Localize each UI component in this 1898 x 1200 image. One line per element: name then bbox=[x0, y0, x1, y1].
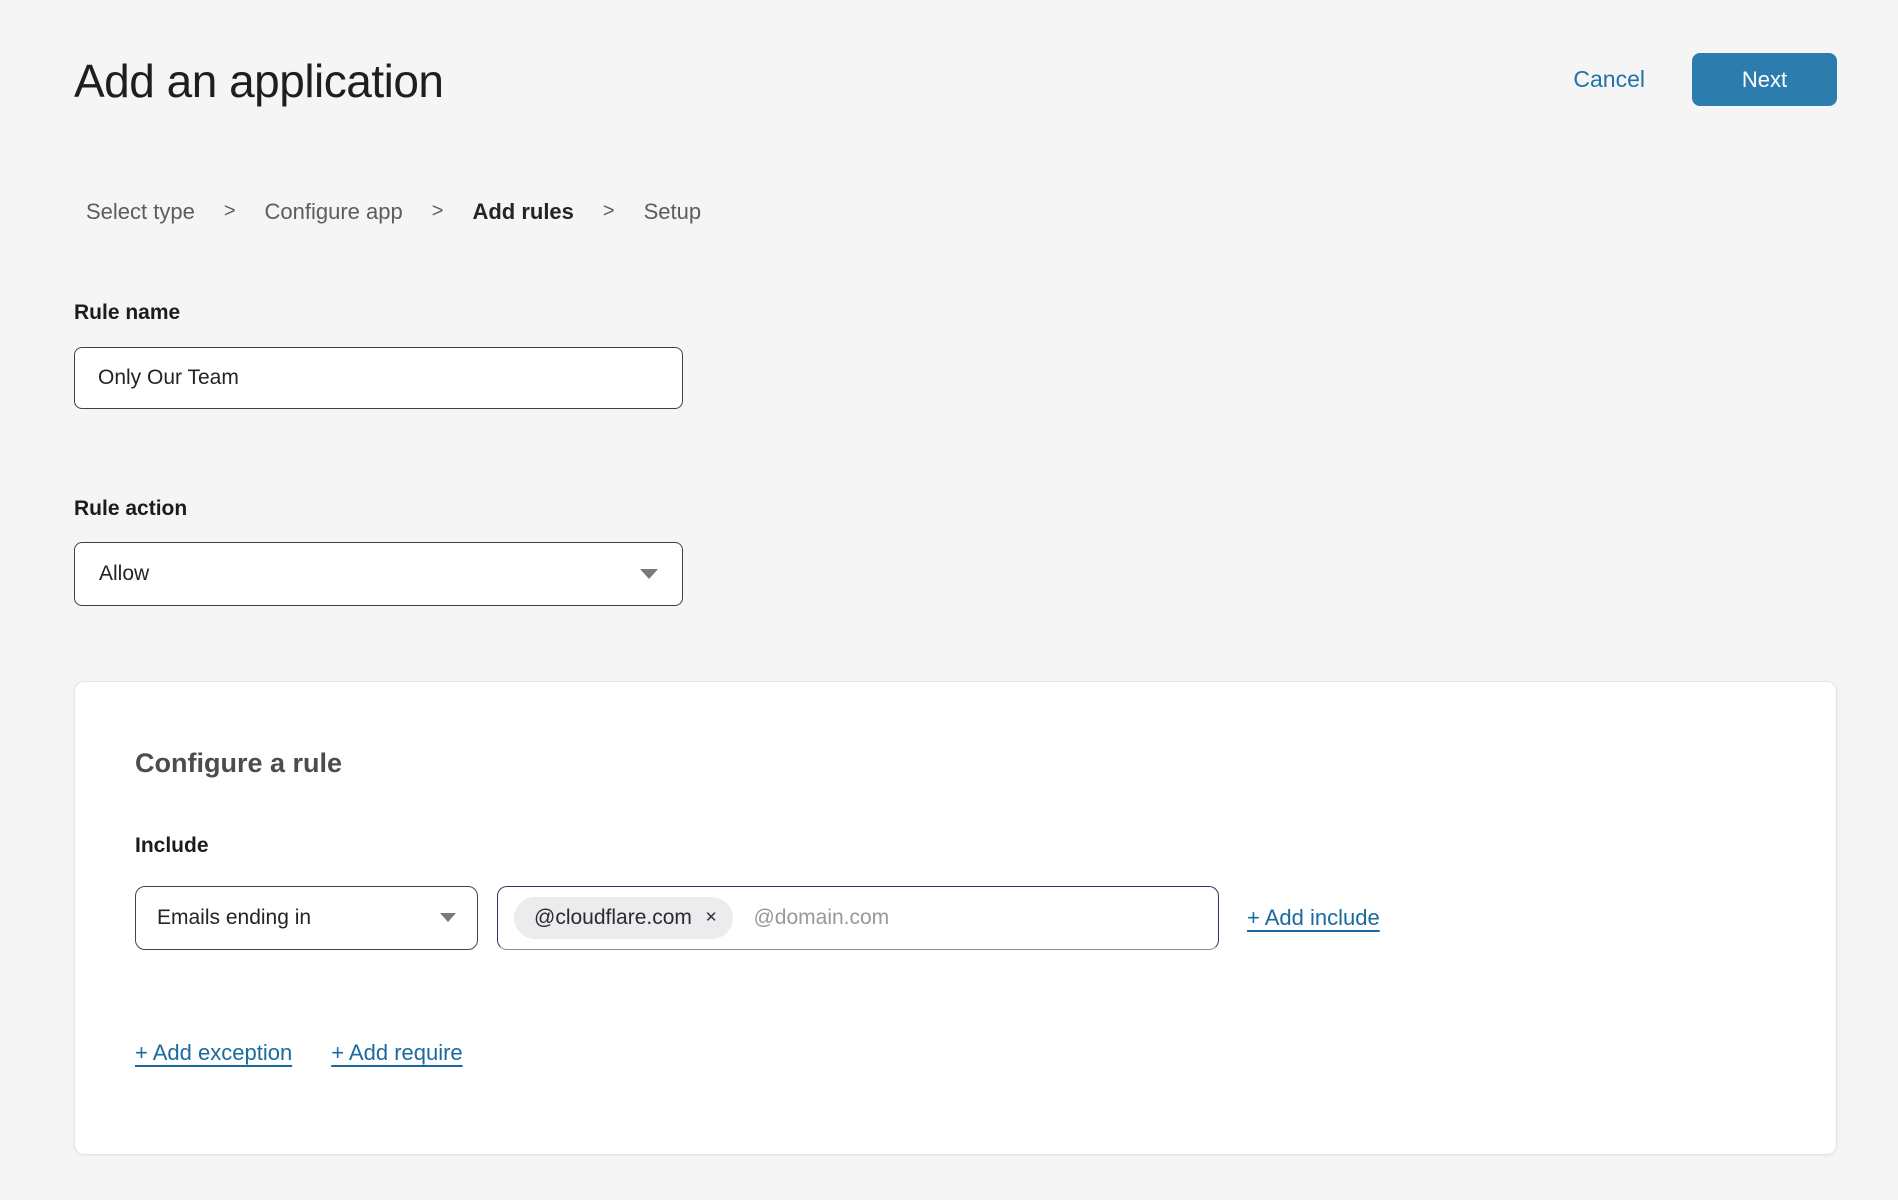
breadcrumb-step-configure-app[interactable]: Configure app bbox=[265, 199, 403, 225]
chevron-down-icon bbox=[640, 569, 658, 579]
breadcrumb-separator: > bbox=[603, 200, 615, 223]
breadcrumb-separator: > bbox=[432, 200, 444, 223]
rule-name-input[interactable] bbox=[74, 347, 683, 409]
add-exception-link[interactable]: + Add exception bbox=[135, 1040, 292, 1066]
rule-action-label: Rule action bbox=[74, 497, 1837, 521]
rule-card-title: Configure a rule bbox=[135, 748, 1776, 779]
include-selector-select[interactable]: Emails ending in bbox=[135, 886, 478, 950]
header-actions: Cancel Next bbox=[1573, 53, 1837, 106]
breadcrumb-step-add-rules[interactable]: Add rules bbox=[472, 199, 573, 225]
add-application-page: Add an application Cancel Next Select ty… bbox=[0, 0, 1898, 1200]
include-selector-value: Emails ending in bbox=[157, 906, 311, 930]
remove-tag-icon[interactable]: ✕ bbox=[705, 910, 718, 925]
email-domain-tag: @cloudflare.com ✕ bbox=[514, 897, 733, 939]
page-header: Add an application Cancel Next bbox=[74, 52, 1837, 107]
rule-action-value: Allow bbox=[99, 562, 149, 586]
rule-name-label: Rule name bbox=[74, 301, 1837, 325]
chevron-down-icon bbox=[440, 913, 456, 922]
include-value-tag-input[interactable]: @cloudflare.com ✕ bbox=[497, 886, 1219, 950]
breadcrumb-step-setup[interactable]: Setup bbox=[644, 199, 702, 225]
configure-rule-card: Configure a rule Include Emails ending i… bbox=[74, 681, 1837, 1155]
email-domain-input[interactable] bbox=[753, 906, 1204, 930]
breadcrumb-separator: > bbox=[224, 200, 236, 223]
page-title: Add an application bbox=[74, 56, 444, 107]
include-label: Include bbox=[135, 834, 1776, 858]
add-include-link[interactable]: + Add include bbox=[1247, 905, 1380, 931]
email-domain-tag-label: @cloudflare.com bbox=[534, 906, 692, 930]
add-require-link[interactable]: + Add require bbox=[331, 1040, 462, 1066]
rule-action-select[interactable]: Allow bbox=[74, 542, 683, 606]
breadcrumb: Select type > Configure app > Add rules … bbox=[86, 199, 1837, 225]
breadcrumb-step-select-type[interactable]: Select type bbox=[86, 199, 195, 225]
cancel-button[interactable]: Cancel bbox=[1573, 66, 1645, 93]
include-rule-row: Emails ending in @cloudflare.com ✕ + Add… bbox=[135, 886, 1776, 950]
next-button[interactable]: Next bbox=[1692, 53, 1837, 106]
rule-card-actions: + Add exception + Add require bbox=[135, 1040, 1776, 1066]
